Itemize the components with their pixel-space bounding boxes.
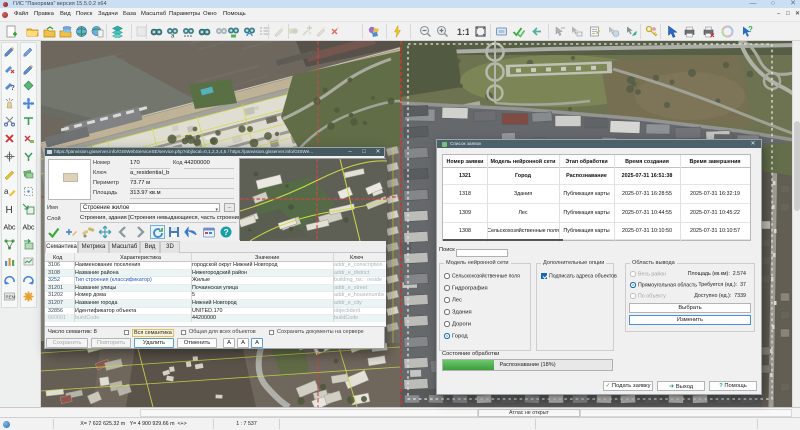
svg-text:H: H — [6, 205, 13, 215]
svg-text:1:1: 1:1 — [457, 27, 469, 37]
svg-text:?: ? — [11, 85, 15, 92]
svg-text:Abc: Abc — [23, 225, 36, 232]
svg-text:REM: REM — [6, 295, 16, 300]
svg-text:Abc: Abc — [4, 225, 17, 232]
svg-text:a: a — [4, 187, 9, 196]
svg-text:?: ? — [224, 227, 229, 237]
svg-text:?: ? — [748, 25, 753, 34]
svg-text:a: a — [171, 34, 175, 39]
